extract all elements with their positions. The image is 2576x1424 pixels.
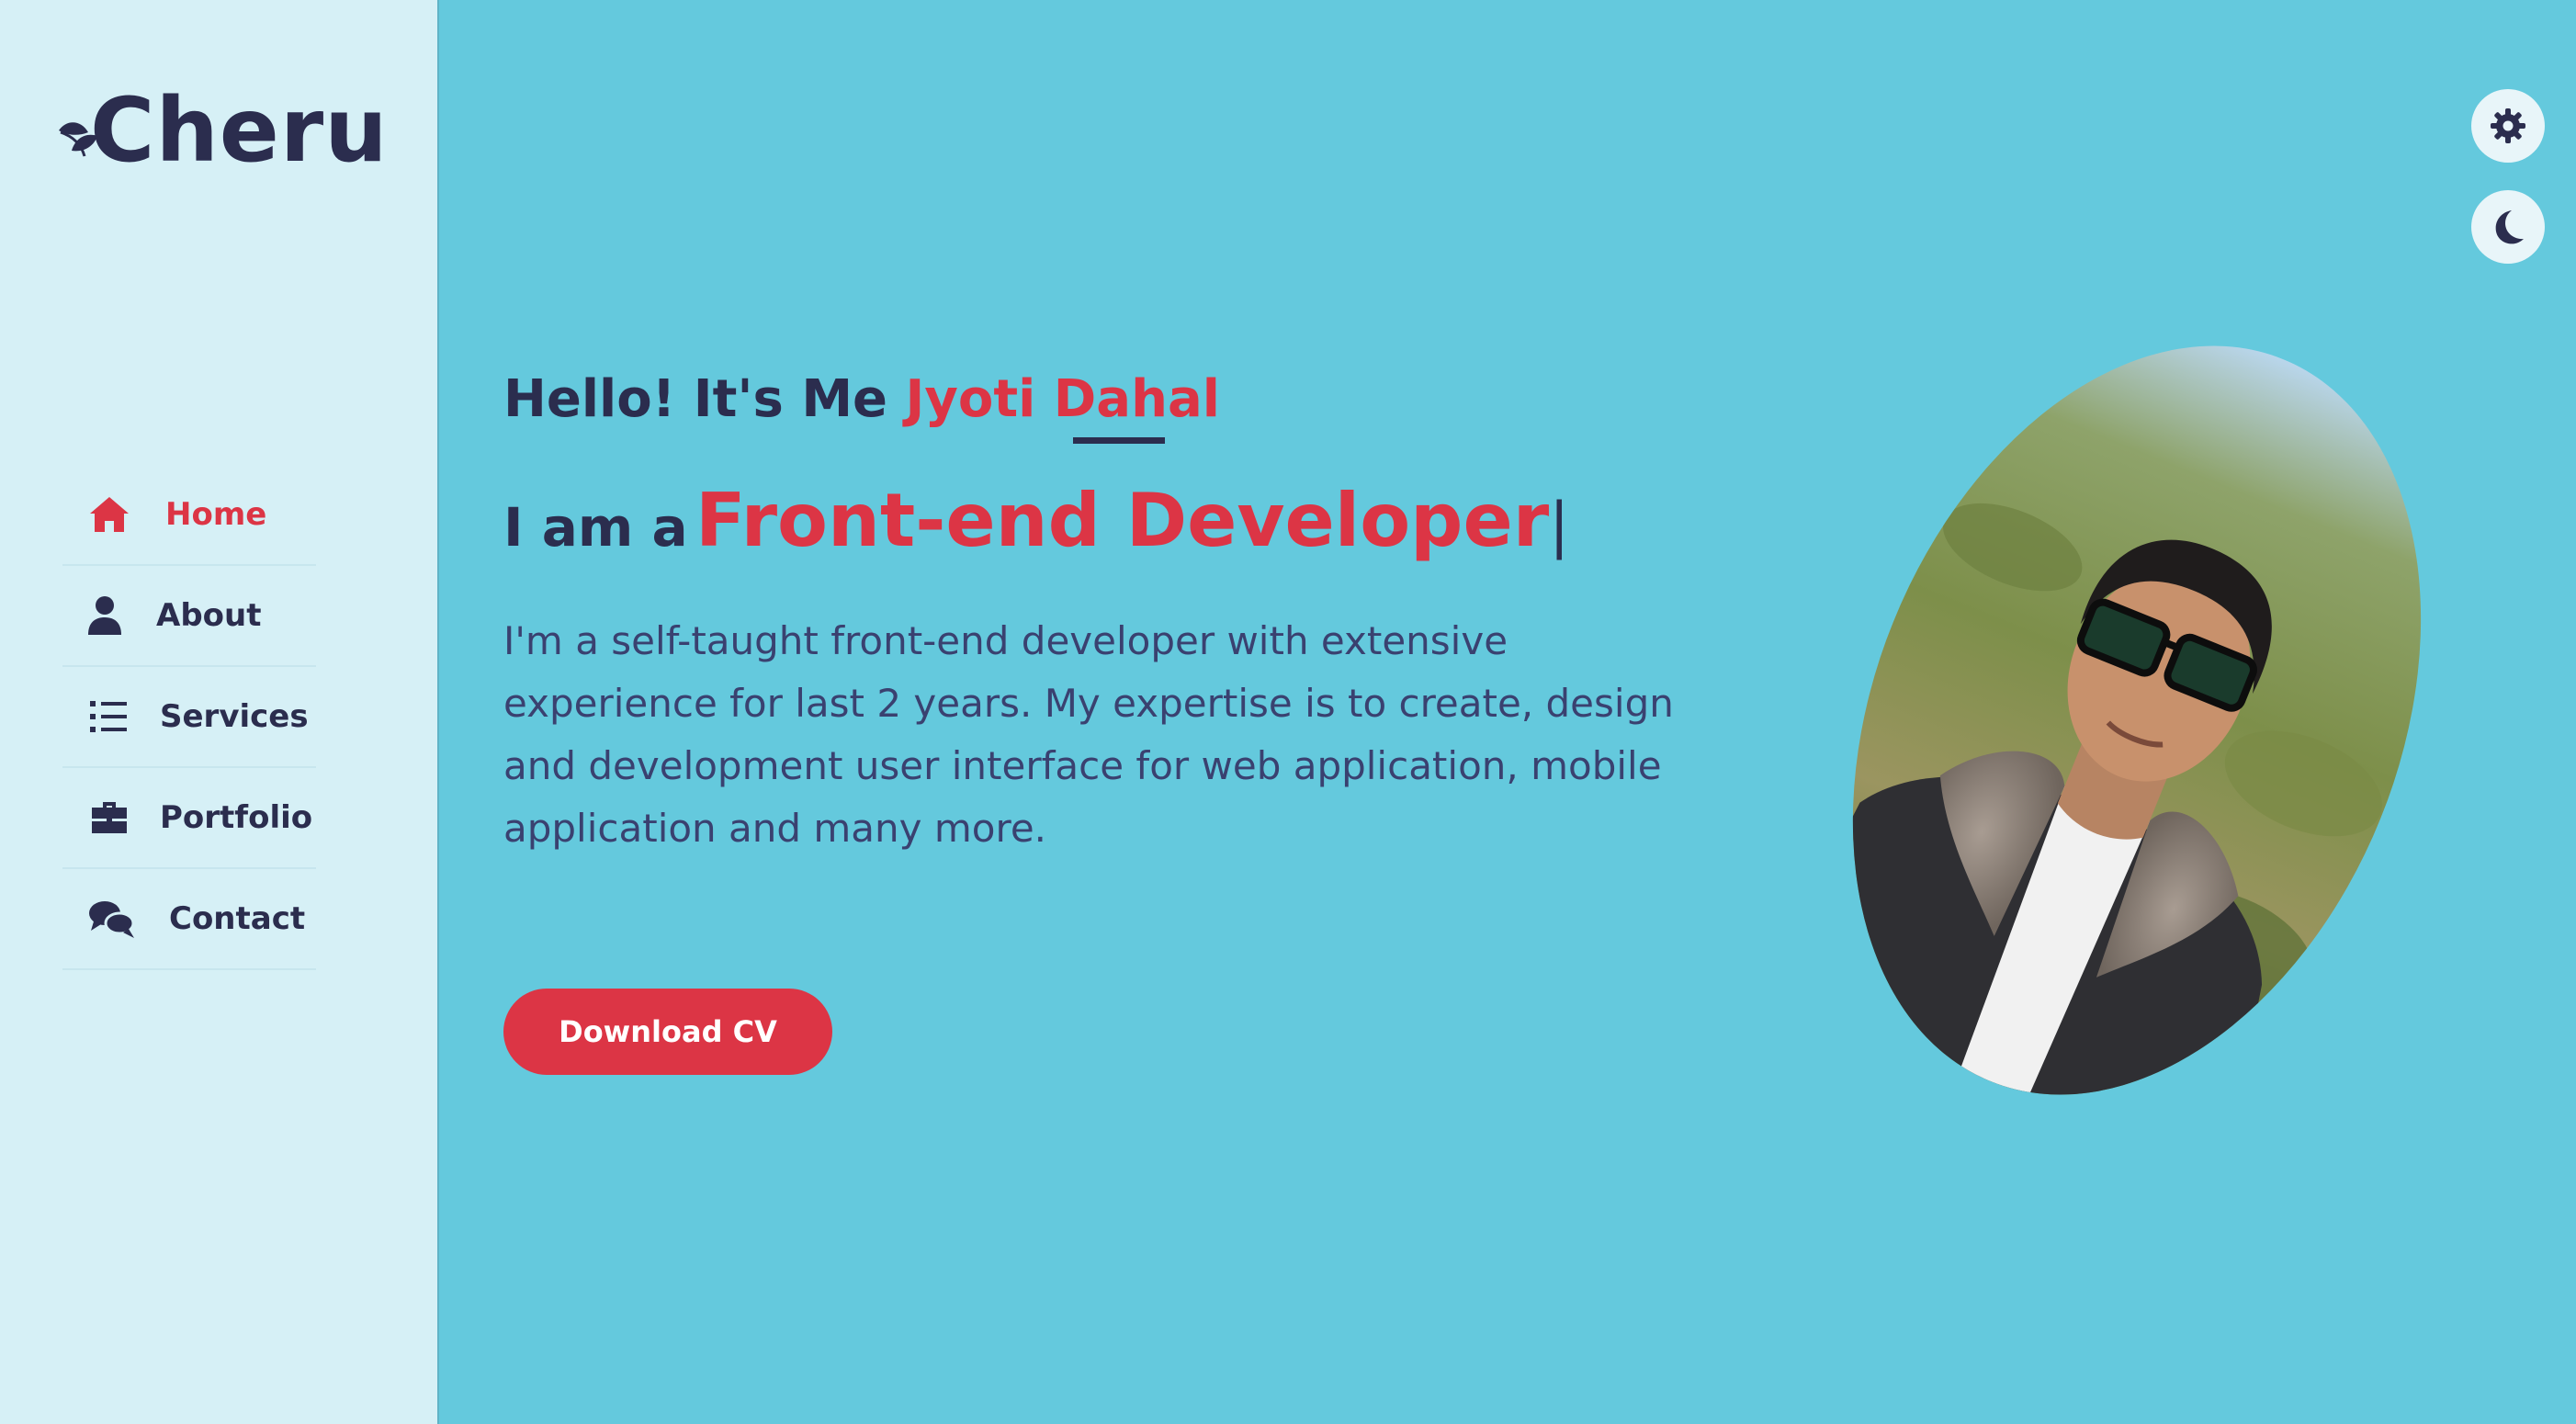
logo-text: Cheru [90, 79, 389, 182]
user-icon [86, 594, 123, 637]
role-prefix: I am a [503, 496, 688, 559]
comments-icon [88, 898, 136, 940]
name-underline [1073, 437, 1165, 444]
moon-icon [2488, 207, 2528, 247]
sidebar-nav: Home About Services Portfolio Contact [62, 465, 316, 970]
list-icon [88, 695, 130, 738]
briefcase-icon [88, 797, 130, 839]
sidebar-item-label: Services [160, 698, 309, 735]
sidebar-item-label: Portfolio [160, 799, 313, 836]
gear-icon [2488, 106, 2528, 146]
sidebar-item-portfolio[interactable]: Portfolio [62, 768, 316, 869]
sidebar-item-home[interactable]: Home [62, 465, 316, 566]
sidebar-item-label: Home [165, 496, 267, 533]
role-value: Front-end Developer [695, 478, 1550, 563]
hero-description: I'm a self-taught front-end developer wi… [503, 618, 1674, 851]
sidebar-item-label: Contact [169, 900, 306, 937]
sidebar-item-label: About [156, 597, 262, 634]
hero-greeting: Hello! It's Me Jyoti Dahal [503, 369, 1220, 429]
download-cv-button[interactable]: Download CV [503, 989, 832, 1075]
greeting-text: Hello! It's Me [503, 369, 888, 429]
home-icon [88, 493, 130, 536]
sidebar-item-about[interactable]: About [62, 566, 316, 667]
settings-button[interactable] [2471, 89, 2545, 163]
sidebar-item-contact[interactable]: Contact [62, 869, 316, 970]
sidebar: Cheru Home About Services Portfolio Cont… [0, 0, 439, 1424]
hero-role: I am a Front-end Developer| [503, 478, 1569, 563]
sidebar-item-services[interactable]: Services [62, 667, 316, 768]
profile-photo [1746, 260, 2527, 1181]
theme-toggle-button[interactable] [2471, 190, 2545, 264]
typing-caret: | [1549, 490, 1570, 560]
brand-logo[interactable]: Cheru [53, 85, 388, 176]
hero-name: Jyoti Dahal [905, 369, 1220, 429]
